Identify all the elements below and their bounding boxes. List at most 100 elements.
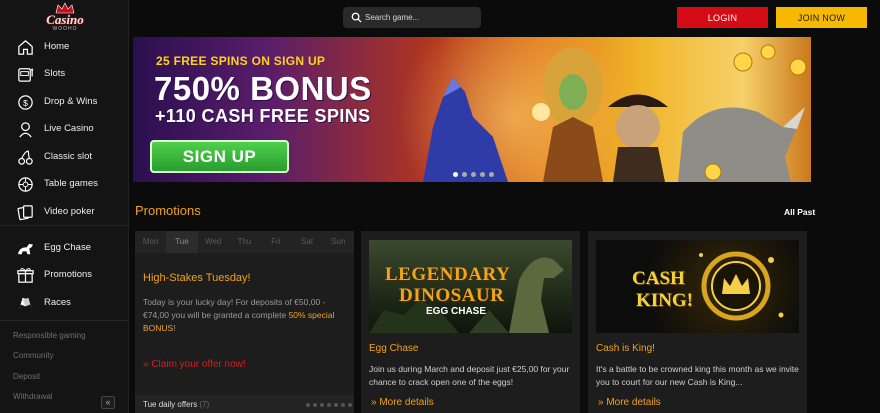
roulette-icon [16,175,35,194]
daily-offer-text: Today is your lucky day! For deposits of… [143,296,348,335]
dealer-icon [16,120,35,139]
search-icon [351,12,362,23]
tab-sun[interactable]: Sun [323,231,354,253]
join-now-button[interactable]: JOIN NOW [776,7,867,28]
more-details-link[interactable]: » More details [598,397,661,408]
sidebar-item-slots[interactable]: Slots [0,61,129,87]
daily-offer-title: High-Stakes Tuesday! [143,272,251,284]
sidebar-item-promotions[interactable]: Promotions [0,262,129,288]
promo-card-text: It's a battle to be crowned king this mo… [596,364,799,387]
sidebar-item-table-games[interactable]: Table games [0,171,129,197]
brand-logo[interactable]: Casino WOOHO [40,2,90,32]
promo-card-title: Cash is King! [596,343,655,354]
sidebar-item-classic-slot[interactable]: Classic slot [0,144,129,170]
racing-flags-icon [16,294,35,313]
daily-offers-card: Mon Tue Wed Thu Fri Sat Sun High-Stakes … [135,231,354,413]
slot-machine-icon [16,65,35,84]
collapse-sidebar-button[interactable]: « [101,396,115,409]
carousel-dot[interactable] [471,172,476,177]
tab-sat[interactable]: Sat [291,231,322,253]
coin-drop-icon: $ [16,93,35,112]
tab-tue[interactable]: Tue [166,231,198,253]
pager-dot[interactable] [313,403,317,407]
sidebar-item-label: Egg Chase [44,242,92,253]
search-box[interactable] [343,7,481,28]
sidebar-item-live-casino[interactable]: Live Casino [0,116,129,142]
daily-offers-count: (7) [199,400,210,409]
sidebar-divider [0,225,129,226]
promo-card-egg-chase: LEGENDARY DINOSAUR EGG CHASE Egg Chase J… [361,231,580,413]
home-icon [16,38,35,57]
egg-chase-image-title-2: DINOSAUR [399,285,505,306]
cherries-icon [16,148,35,167]
carousel-dot[interactable] [462,172,467,177]
pager-dot[interactable] [320,403,324,407]
banner-tagline: +110 CASH FREE SPINS [155,106,371,126]
casino-app: Casino WOOHO Home Slots $ Drop & Wins Li… [0,0,880,413]
pager-dot[interactable] [327,403,331,407]
sidebar-item-video-poker[interactable]: Video poker [0,199,129,225]
link-deposit[interactable]: Deposit [13,372,40,381]
daily-offer-body-end: ! [173,323,176,333]
sidebar-item-label: Promotions [44,269,93,280]
pager-dot[interactable] [341,403,345,407]
carousel-dot[interactable] [480,172,485,177]
egg-chase-image-title-3: EGG CHASE [426,306,487,317]
sidebar-item-label: Slots [44,68,66,79]
tab-mon[interactable]: Mon [135,231,166,253]
search-input[interactable] [365,10,475,25]
sidebar-item-drop-wins[interactable]: $ Drop & Wins [0,89,129,115]
daily-offers-footer: Tue daily offers (7) [135,395,354,413]
link-community[interactable]: Community [13,351,53,360]
pager-dot[interactable] [334,403,338,407]
promo-banner[interactable]: 25 FREE SPINS ON SIGN UP 750% BONUS +110… [133,37,811,182]
sidebar-item-label: Live Casino [44,123,94,134]
carousel-dot[interactable] [453,172,458,177]
more-details-link[interactable]: » More details [371,397,434,408]
all-past-link[interactable]: All Past [784,207,815,217]
sidebar-item-label: Home [44,41,70,52]
cash-is-king-image-title-1: CASH [632,268,685,289]
cards-icon [16,203,35,222]
sidebar-item-egg-chase[interactable]: Egg Chase [0,235,129,261]
link-withdrawal[interactable]: Withdrawal [13,392,53,401]
promo-card-text: Join us during March and deposit just €2… [369,364,570,387]
carousel-dot[interactable] [489,172,494,177]
top-bar: LOGIN JOIN NOW [129,0,880,36]
weekday-tabs: Mon Tue Wed Thu Fri Sat Sun [135,231,354,253]
login-button[interactable]: LOGIN [677,7,768,28]
egg-chase-image-title-1: LEGENDARY [385,264,511,285]
link-responsible-gaming[interactable]: Responsible gaming [13,331,86,340]
banner-carousel-dots [453,172,494,177]
egg-chase-image[interactable]: LEGENDARY DINOSAUR EGG CHASE [369,240,572,333]
daily-offers-label: Tue daily offers (7) [143,400,209,409]
crown-medallion-icon [699,251,784,321]
tab-wed[interactable]: Wed [198,231,229,253]
sidebar-item-label: Classic slot [44,151,93,162]
promo-card-cash-is-king: CASH KING! Cash is King! It's a battle t… [588,231,807,413]
sidebar-divider [0,320,129,321]
sidebar-item-races[interactable]: Races [0,290,129,316]
banner-subheading: 25 FREE SPINS ON SIGN UP [156,54,326,68]
dinosaur-icon [16,239,35,258]
promo-card-title: Egg Chase [369,343,419,354]
brand-tagline: WOOHO [52,26,78,32]
sign-up-button[interactable]: SIGN UP [150,140,289,173]
sidebar-item-label: Table games [44,178,98,189]
banner-artwork [423,44,807,182]
tab-thu[interactable]: Thu [229,231,260,253]
claim-offer-link[interactable]: » Claim your offer now! [143,359,246,370]
cash-is-king-image[interactable]: CASH KING! [596,240,799,333]
gift-icon [16,266,35,285]
promotions-heading: Promotions [135,203,201,218]
sidebar-item-home[interactable]: Home [0,34,129,60]
pager-dot[interactable] [348,403,352,407]
tab-fri[interactable]: Fri [260,231,291,253]
svg-text:$: $ [23,98,28,108]
sidebar-item-label: Races [44,297,71,308]
sidebar: Casino WOOHO Home Slots $ Drop & Wins Li… [0,0,129,413]
daily-offers-footer-text: Tue daily offers [143,400,198,409]
banner-headline: 750% BONUS [154,70,372,107]
pager-dot[interactable] [306,403,310,407]
cash-is-king-image-title-2: KING! [636,290,693,311]
